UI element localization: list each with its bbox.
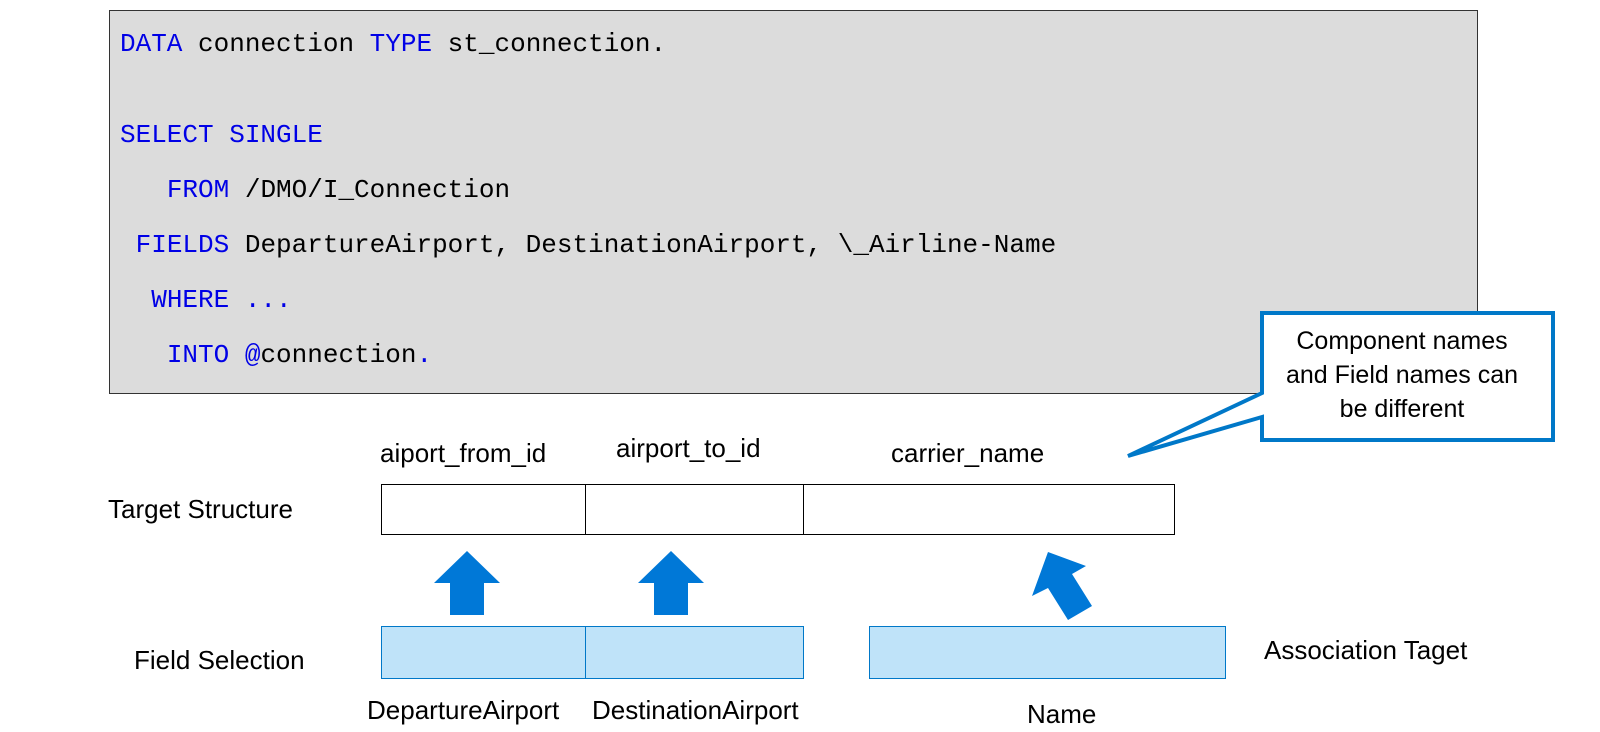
selected-field-label: Name xyxy=(1027,699,1097,729)
target-component-label: carrier_name xyxy=(891,438,1045,468)
callout-line: be different xyxy=(1339,395,1465,423)
up-arrow-icon xyxy=(638,551,704,615)
target-component-label: aiport_from_id xyxy=(380,438,547,468)
field-selection-label: Field Selection xyxy=(134,645,305,675)
callout-line: Component names xyxy=(1296,327,1508,355)
target-cell xyxy=(381,484,586,535)
selected-field-cell xyxy=(585,626,804,679)
target-cell xyxy=(585,484,804,535)
selected-field-label: DepartureAirport xyxy=(367,695,560,725)
callout-line: and Field names can xyxy=(1285,361,1519,389)
selected-field-cell xyxy=(869,626,1226,679)
callout-text: Component names and Field names can be d… xyxy=(1262,324,1542,426)
target-cell xyxy=(803,484,1175,535)
selected-field-cell xyxy=(381,626,586,679)
target-structure-label: Target Structure xyxy=(108,494,293,524)
selected-field-label: DestinationAirport xyxy=(592,695,799,725)
diagonal-arrow-icon xyxy=(1032,552,1092,620)
target-component-label: airport_to_id xyxy=(616,433,761,463)
association-target-label: Association Taget xyxy=(1264,635,1468,665)
up-arrow-icon xyxy=(434,551,500,615)
